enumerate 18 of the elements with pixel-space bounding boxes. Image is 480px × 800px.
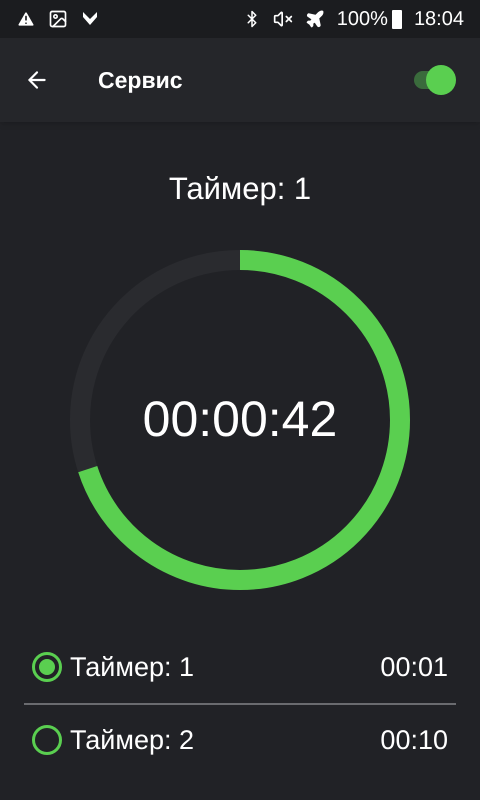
mute-icon — [272, 9, 293, 29]
warning-icon — [16, 9, 36, 29]
countdown-time: 00:00:42 — [142, 390, 338, 449]
timer-list-item[interactable]: Таймер: 1 00:01 — [24, 632, 456, 702]
radio-button[interactable] — [32, 652, 62, 682]
timer-list-item[interactable]: Таймер: 2 00:10 — [24, 704, 456, 776]
clock: 18:04 — [414, 7, 464, 32]
radio-button[interactable] — [32, 725, 62, 755]
image-icon — [48, 9, 68, 29]
timer-name: Таймер: 2 — [70, 724, 195, 757]
page-title: Сервис — [98, 66, 184, 95]
battery-percent: 100% — [336, 7, 388, 32]
timer-title: Таймер: 1 — [168, 170, 312, 208]
timer-duration: 00:01 — [380, 650, 448, 684]
timer-name: Таймер: 1 — [70, 650, 195, 684]
battery-icon — [392, 10, 402, 28]
airplane-icon — [304, 9, 325, 29]
timer-duration: 00:10 — [380, 724, 448, 757]
